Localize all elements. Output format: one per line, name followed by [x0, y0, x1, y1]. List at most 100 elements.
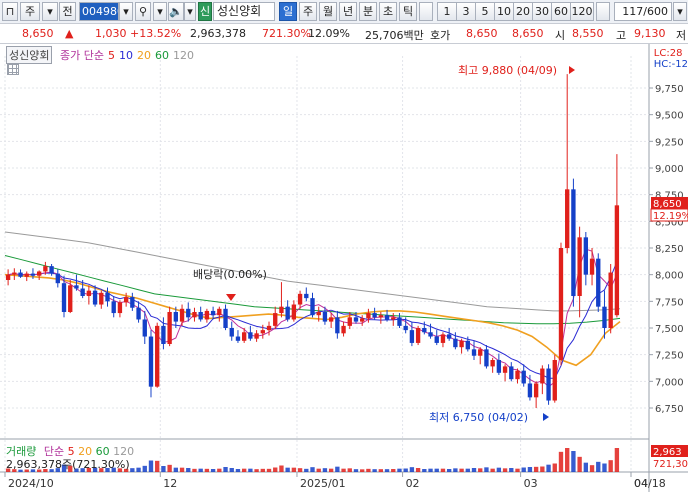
low-label: 저	[676, 29, 687, 42]
volume-bar	[335, 466, 340, 472]
candle-body	[322, 312, 328, 322]
volume-bar	[533, 466, 539, 472]
code-dropdown-icon[interactable]: ▾	[119, 2, 133, 21]
candle-body	[142, 319, 147, 337]
interval-3-button[interactable]: 3	[456, 2, 475, 21]
candle	[608, 264, 613, 334]
stock-tab-label[interactable]: 성신양회	[6, 46, 53, 64]
type-selector[interactable]: 주	[20, 2, 40, 21]
prev-button[interactable]: 전	[59, 2, 76, 21]
volume-value-text: 2,963,378주(721.30%)	[6, 458, 130, 471]
high-annotation: 최고 9,880 (04/09)	[458, 64, 557, 77]
up-arrow-icon: ▲	[65, 27, 74, 40]
volume-bar	[509, 468, 514, 472]
volume-bar	[260, 468, 265, 472]
grid-toggle-icon[interactable]	[7, 63, 19, 75]
candle-body	[422, 328, 427, 333]
volume-bar	[490, 468, 495, 472]
candle-body	[260, 330, 265, 334]
y-tick-label: 7,250	[655, 351, 684, 362]
options-dropdown-icon[interactable]: ▾	[153, 2, 167, 21]
type-dropdown-icon[interactable]: ▾	[42, 2, 58, 21]
volume-bar	[273, 467, 278, 472]
candle-body	[186, 308, 191, 318]
speaker-dropdown-icon[interactable]: ▾	[184, 2, 196, 21]
candle-body	[478, 349, 483, 356]
period-day-tab[interactable]: 일	[279, 2, 297, 21]
volume-bar	[496, 467, 502, 472]
interval-30-button[interactable]: 30	[532, 2, 551, 21]
candle-body	[297, 293, 303, 305]
quote-bar: 8,650 ▲ 1,030 +13.52% 2,963,378 721.30% …	[0, 24, 688, 44]
volume-bar	[596, 461, 601, 472]
candle-body	[527, 383, 533, 398]
candle-body	[453, 338, 458, 348]
period-year-tab[interactable]: 년	[339, 2, 357, 21]
candle-body	[198, 312, 203, 320]
candle-body	[173, 312, 179, 322]
candle	[155, 322, 160, 388]
period-month-tab[interactable]: 월	[319, 2, 337, 21]
search-icon[interactable]: ⚲	[135, 2, 151, 21]
candle-body	[496, 360, 502, 373]
volume-ratio: 721.30%	[262, 27, 311, 40]
candle-body	[254, 333, 259, 339]
interval-10-button[interactable]: 10	[494, 2, 513, 21]
count-dropdown-icon[interactable]: ▾	[673, 2, 687, 21]
interval-5-button[interactable]: 5	[475, 2, 494, 21]
corner-lc: LC:28	[653, 48, 683, 59]
interval-20-button[interactable]: 20	[513, 2, 532, 21]
stock-name-field[interactable]: 성신양회	[213, 2, 275, 21]
volume-bar	[347, 468, 352, 472]
interval-120-button[interactable]: 120	[570, 2, 594, 21]
candle-body	[310, 298, 315, 316]
candle-body	[217, 308, 222, 316]
speaker-icon[interactable]: 🔈	[168, 2, 184, 21]
candle-body	[86, 290, 92, 296]
data-count-field[interactable]: 117/600	[614, 2, 672, 21]
period-extra-button[interactable]	[419, 2, 433, 21]
candle	[558, 242, 564, 366]
volume-bar	[415, 468, 421, 472]
volume-bar	[235, 469, 241, 472]
volume-bar	[602, 463, 607, 472]
candle-body	[74, 285, 79, 289]
candle-body	[99, 292, 104, 305]
period-second-tab[interactable]: 초	[379, 2, 397, 21]
volume-bar	[589, 465, 595, 472]
volume-bar	[304, 468, 309, 472]
ma120-label: 120	[172, 49, 194, 62]
candle	[167, 306, 172, 347]
hoga-label: 호가	[430, 29, 451, 42]
volume-bar	[366, 468, 371, 472]
interval-60-button[interactable]: 60	[551, 2, 570, 21]
y-tick-label: 6,750	[655, 404, 684, 415]
volume-bar	[428, 468, 433, 472]
candle-body	[161, 325, 166, 344]
candle-body	[347, 317, 352, 326]
stock-code-input[interactable]: 004980	[79, 2, 119, 21]
candle-body	[43, 266, 48, 272]
candle-body	[24, 273, 29, 277]
period-tick-tab[interactable]: 틱	[399, 2, 417, 21]
period-minute-tab[interactable]: 분	[359, 2, 377, 21]
chart-area[interactable]: 9,750 9,500 9,250 9,000 8,750 8,500 8,250 8,000…	[0, 44, 688, 492]
candle-body	[403, 325, 408, 331]
high-label: 고	[616, 29, 627, 42]
price-chart[interactable]: 9,7509,5009,2509,0008,7508,5008,2508,000…	[0, 44, 688, 492]
candle-body	[484, 349, 489, 367]
chart-type-icon[interactable]: ⊓	[2, 2, 18, 21]
interval-1-button[interactable]: 1	[437, 2, 456, 21]
candle-body	[105, 292, 110, 302]
candle-body	[130, 297, 135, 308]
period-week-tab[interactable]: 주	[299, 2, 317, 21]
candle-body	[577, 237, 582, 296]
candle-body	[459, 340, 464, 348]
interval-extra-button[interactable]	[596, 2, 610, 21]
volume-bar	[403, 468, 408, 472]
candle-body	[304, 293, 309, 299]
x-tick-label: 2025/01	[300, 477, 346, 490]
volume-bar	[167, 464, 172, 472]
volume-bar	[285, 467, 290, 472]
volume-bar	[583, 462, 589, 472]
